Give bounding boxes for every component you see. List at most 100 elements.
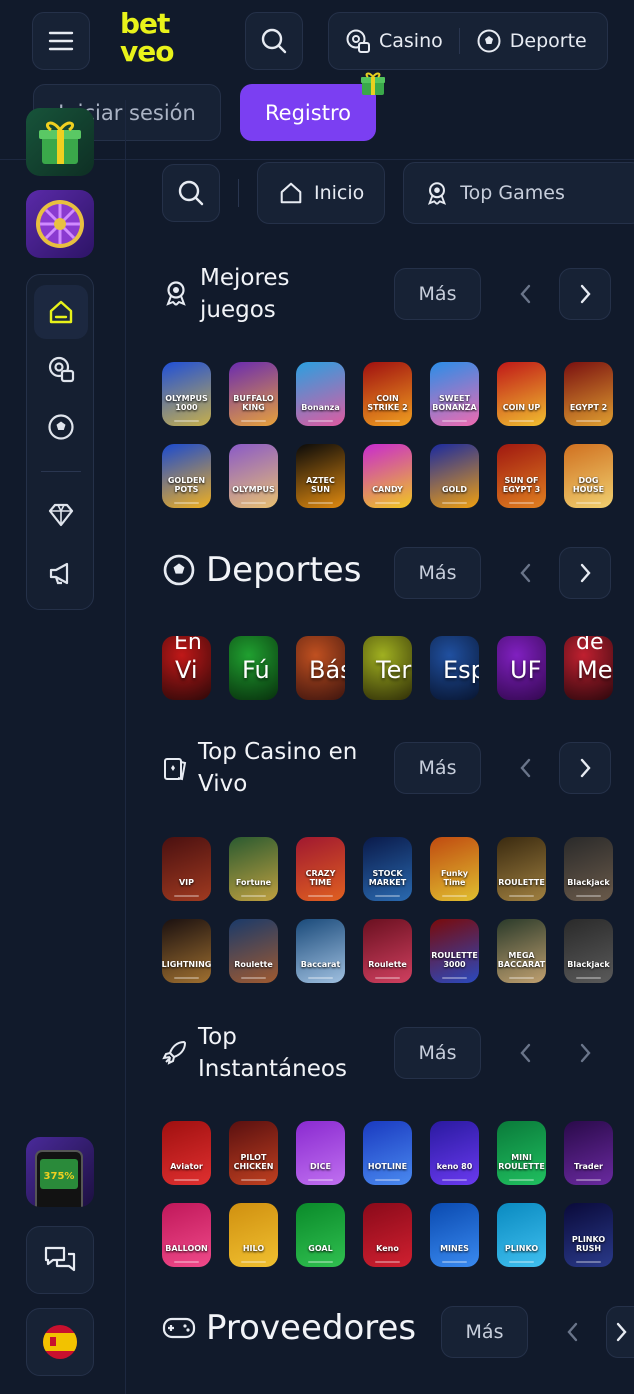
chip-top-games[interactable]: Top Games bbox=[403, 162, 634, 224]
mejores-more-label: Más bbox=[418, 283, 457, 305]
instant-game-tile[interactable]: PILOT CHICKEN bbox=[229, 1121, 278, 1185]
instant-more-button[interactable]: Más bbox=[394, 1027, 481, 1079]
game-tile[interactable]: COIN UP bbox=[497, 362, 546, 426]
live-game-tile[interactable]: ROULETTE bbox=[497, 837, 546, 901]
live-game-tile[interactable]: Fortune bbox=[229, 837, 278, 901]
instant-game-tile[interactable]: MINI ROULETTE bbox=[497, 1121, 546, 1185]
instant-game-tile[interactable]: GOAL bbox=[296, 1203, 345, 1267]
chip-search-button[interactable] bbox=[162, 164, 220, 222]
game-tile[interactable]: EGYPT 2 bbox=[564, 362, 613, 426]
instant-game-tile[interactable]: Keno bbox=[363, 1203, 412, 1267]
sport-tile[interactable]: de Me bbox=[564, 636, 613, 700]
deportes-prev-button[interactable] bbox=[500, 547, 552, 599]
language-button[interactable] bbox=[26, 1308, 94, 1376]
vivo-prev-button[interactable] bbox=[500, 742, 552, 794]
home-icon bbox=[280, 182, 302, 204]
live-game-tile[interactable]: Blackjack bbox=[564, 919, 613, 983]
proveedores-prev-button[interactable] bbox=[547, 1306, 599, 1358]
instant-game-tile[interactable]: HILO bbox=[229, 1203, 278, 1267]
instant-next-button[interactable] bbox=[559, 1027, 611, 1079]
wheel-promo-button[interactable] bbox=[26, 190, 94, 258]
section-proveedores-header: Proveedores bbox=[162, 1311, 416, 1345]
instant-prev-button[interactable] bbox=[500, 1027, 552, 1079]
game-tile[interactable]: SUN OF EGYPT 3 bbox=[497, 444, 546, 508]
game-tile-label: GOLDEN POTS bbox=[167, 476, 206, 494]
instant-game-tile-provider-bar bbox=[174, 1179, 199, 1181]
sport-tile[interactable]: Bás bbox=[296, 636, 345, 700]
live-game-tile[interactable]: MEGA BACCARAT bbox=[497, 919, 546, 983]
sidebar-item-casino[interactable] bbox=[34, 342, 88, 396]
mejores-more-button[interactable]: Más bbox=[394, 268, 481, 320]
live-game-tile[interactable]: STOCK MARKET bbox=[363, 837, 412, 901]
instant-game-tile[interactable]: MINES bbox=[430, 1203, 479, 1267]
sidebar-item-promotions[interactable] bbox=[34, 546, 88, 600]
vivo-next-button[interactable] bbox=[559, 742, 611, 794]
instant-game-tile[interactable]: Aviator bbox=[162, 1121, 211, 1185]
instant-game-tile[interactable]: BALLOON bbox=[162, 1203, 211, 1267]
live-game-tile[interactable]: Blackjack bbox=[564, 837, 613, 901]
instant-game-tile[interactable]: keno 80 bbox=[430, 1121, 479, 1185]
vivo-more-button[interactable]: Más bbox=[394, 742, 481, 794]
chat-button[interactable] bbox=[26, 1226, 94, 1294]
live-game-tile[interactable]: Funky Time bbox=[430, 837, 479, 901]
instant-game-tile-provider-bar bbox=[509, 1261, 534, 1263]
deportes-next-button[interactable] bbox=[559, 547, 611, 599]
game-tile[interactable]: OLYMPUS 1000 bbox=[162, 362, 211, 426]
deporte-tab[interactable]: Deporte bbox=[460, 13, 603, 69]
sidebar: 375% bbox=[0, 100, 126, 1394]
live-game-tile[interactable]: Roulette bbox=[229, 919, 278, 983]
live-game-tile[interactable]: Roulette bbox=[363, 919, 412, 983]
sidebar-item-vip[interactable] bbox=[34, 488, 88, 542]
game-tile[interactable]: OLYMPUS bbox=[229, 444, 278, 508]
sidebar-item-sports[interactable] bbox=[34, 400, 88, 454]
product-switch: Casino Deporte bbox=[328, 12, 608, 70]
mejores-next-button[interactable] bbox=[559, 268, 611, 320]
live-game-tile-label: Blackjack bbox=[567, 960, 610, 969]
chip-inicio[interactable]: Inicio bbox=[257, 162, 386, 224]
game-tile[interactable]: AZTEC SUN bbox=[296, 444, 345, 508]
instant-game-tile-provider-bar bbox=[442, 1261, 467, 1263]
instant-game-tile[interactable]: PLINKO RUSH bbox=[564, 1203, 613, 1267]
sidebar-item-home[interactable] bbox=[34, 285, 88, 339]
mejores-prev-button[interactable] bbox=[500, 268, 552, 320]
game-tile[interactable]: BUFFALO KING bbox=[229, 362, 278, 426]
instant-game-tile[interactable]: PLINKO bbox=[497, 1203, 546, 1267]
game-tile[interactable]: GOLD bbox=[430, 444, 479, 508]
sport-tile[interactable]: Ter bbox=[363, 636, 412, 700]
game-tile[interactable]: DOG HOUSE bbox=[564, 444, 613, 508]
instant-game-tile[interactable]: HOTLINE bbox=[363, 1121, 412, 1185]
live-game-tile[interactable]: VIP bbox=[162, 837, 211, 901]
game-tile-provider-bar bbox=[308, 420, 333, 422]
category-chips: Inicio Top Games bbox=[162, 162, 634, 224]
casino-tab[interactable]: Casino bbox=[329, 13, 459, 69]
proveedores-next-button[interactable] bbox=[606, 1306, 634, 1358]
deportes-more-button[interactable]: Más bbox=[394, 547, 481, 599]
game-tile[interactable]: COIN STRIKE 2 bbox=[363, 362, 412, 426]
instant-game-tile[interactable]: Trader bbox=[564, 1121, 613, 1185]
sport-tile[interactable]: Fú bbox=[229, 636, 278, 700]
app-promo-button[interactable]: 375% bbox=[26, 1137, 94, 1207]
live-game-tile[interactable]: ROULETTE 3000 bbox=[430, 919, 479, 983]
instant-game-tile[interactable]: DICE bbox=[296, 1121, 345, 1185]
sport-tile[interactable]: UF bbox=[497, 636, 546, 700]
register-label: Registro bbox=[265, 100, 351, 125]
game-tile[interactable]: SWEET BONANZA bbox=[430, 362, 479, 426]
gift-promo-button[interactable] bbox=[26, 108, 94, 176]
menu-button[interactable] bbox=[32, 12, 90, 70]
game-tile[interactable]: GOLDEN POTS bbox=[162, 444, 211, 508]
search-button[interactable] bbox=[245, 12, 303, 70]
sport-tile[interactable]: Esp bbox=[430, 636, 479, 700]
game-tile[interactable]: CANDY bbox=[363, 444, 412, 508]
live-game-tile[interactable]: Baccarat bbox=[296, 919, 345, 983]
instant-game-tile-provider-bar bbox=[308, 1261, 333, 1263]
live-game-tile[interactable]: CRAZY TIME bbox=[296, 837, 345, 901]
sport-tile[interactable]: En Vi bbox=[162, 636, 211, 700]
proveedores-more-button[interactable]: Más bbox=[441, 1306, 528, 1358]
sport-tile-label: Ter bbox=[376, 656, 412, 684]
game-tile[interactable]: Bonanza bbox=[296, 362, 345, 426]
live-game-tile[interactable]: LIGHTNING bbox=[162, 919, 211, 983]
logo[interactable]: bet veo bbox=[120, 10, 190, 66]
register-button[interactable]: Registro bbox=[240, 84, 376, 141]
instant-game-tile-label: Aviator bbox=[170, 1162, 203, 1171]
soccer-ball-icon bbox=[48, 414, 74, 440]
